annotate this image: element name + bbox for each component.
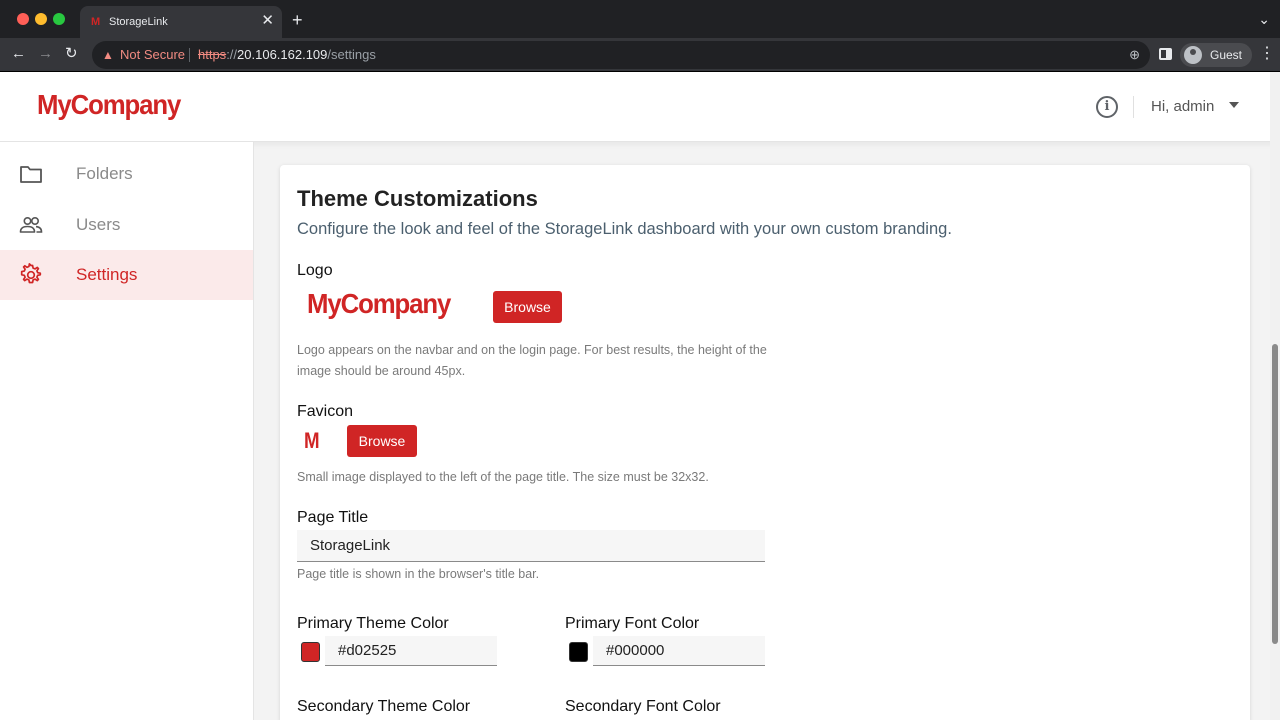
browser-toolbar: ← → ↻ ▲ Not Secure https://20.106.162.10… <box>0 38 1280 72</box>
profile-name: Guest <box>1210 48 1243 62</box>
new-tab-icon[interactable]: + <box>292 10 303 30</box>
gear-icon <box>20 263 42 284</box>
page-title: Theme Customizations <box>297 186 538 211</box>
tab-title: StorageLink <box>109 16 168 28</box>
browser-tab-bar: M StorageLink ✕ + ⌄ <box>0 0 1280 38</box>
warning-icon: ▲ <box>102 48 114 62</box>
logo-help-text: Logo appears on the navbar and on the lo… <box>297 343 767 378</box>
users-icon <box>19 217 43 233</box>
primary-theme-color-label: Primary Theme Color <box>297 615 449 632</box>
logo-browse-button[interactable]: Browse <box>493 291 562 323</box>
primary-font-color-input[interactable]: #000000 <box>593 636 765 666</box>
favicon-help-text: Small image displayed to the left of the… <box>297 470 709 484</box>
sidebar-item-label: Settings <box>76 265 138 284</box>
minimize-window-button[interactable] <box>35 13 47 25</box>
page-title-help-text: Page title is shown in the browser's tit… <box>297 567 540 581</box>
profile-button[interactable]: Guest <box>1180 43 1252 67</box>
favicon-preview: M <box>304 428 320 453</box>
zoom-icon[interactable]: ⊕ <box>1129 46 1140 64</box>
reload-icon[interactable]: ↻ <box>65 44 78 64</box>
primary-font-color-swatch[interactable] <box>569 642 588 662</box>
info-icon[interactable]: i <box>1096 96 1118 118</box>
header-divider <box>1133 96 1134 118</box>
address-bar[interactable]: ▲ Not Secure https://20.106.162.109/sett… <box>92 41 1150 69</box>
secondary-font-color-label: Secondary Font Color <box>565 698 721 715</box>
maximize-window-button[interactable] <box>53 13 65 25</box>
page-title-input[interactable]: StorageLink <box>297 530 765 562</box>
favicon-label: Favicon <box>297 403 354 420</box>
tab-favicon-icon: M <box>91 16 101 28</box>
company-logo[interactable]: MyCompany <box>37 88 181 122</box>
page-scrollbar[interactable] <box>1270 72 1280 720</box>
scrollbar-thumb[interactable] <box>1272 344 1278 644</box>
side-panel-icon[interactable] <box>1159 48 1172 60</box>
secondary-theme-color-label: Secondary Theme Color <box>297 698 471 715</box>
logo-label: Logo <box>297 262 333 279</box>
forward-arrow-icon[interactable]: → <box>38 44 53 64</box>
favicon-browse-button[interactable]: Browse <box>347 425 417 457</box>
sidebar-item-settings[interactable]: Settings <box>0 250 253 300</box>
url-host: 20.106.162.109 <box>237 47 328 62</box>
folder-icon <box>20 166 42 183</box>
close-window-button[interactable] <box>17 13 29 25</box>
url-separator: :// <box>226 47 238 62</box>
tab-list-chevron-icon[interactable]: ⌄ <box>1258 10 1270 28</box>
browser-tab[interactable]: M StorageLink ✕ <box>80 6 282 38</box>
omnibox-divider <box>189 48 190 62</box>
sidebar: Folders Users Settings <box>0 142 254 720</box>
sidebar-item-label: Users <box>76 215 121 234</box>
app-header: MyCompany i Hi, admin <box>0 72 1280 142</box>
sidebar-item-users[interactable]: Users <box>0 200 253 250</box>
security-label[interactable]: Not Secure <box>120 47 185 63</box>
primary-font-color-label: Primary Font Color <box>565 615 700 632</box>
page-subtitle: Configure the look and feel of the Stora… <box>297 220 952 238</box>
theme-customizations-card: Theme Customizations Configure the look … <box>280 165 1250 720</box>
page-title-label: Page Title <box>297 509 369 526</box>
primary-theme-color-input[interactable]: #d02525 <box>325 636 497 666</box>
browser-menu-icon[interactable]: ⋮ <box>1259 44 1275 64</box>
url-path: /settings <box>327 47 376 62</box>
logo-preview: MyCompany <box>307 288 451 319</box>
back-arrow-icon[interactable]: ← <box>11 44 26 64</box>
sidebar-item-label: Folders <box>76 164 133 183</box>
sidebar-item-folders[interactable]: Folders <box>0 149 253 199</box>
url-scheme: https <box>198 47 227 62</box>
tab-close-icon[interactable]: ✕ <box>261 12 274 30</box>
profile-avatar-icon <box>1184 46 1202 64</box>
url-text[interactable]: https://20.106.162.109/settings <box>198 47 376 63</box>
primary-theme-color-swatch[interactable] <box>301 642 320 662</box>
caret-down-icon[interactable] <box>1229 102 1239 108</box>
user-menu[interactable]: Hi, admin <box>1151 98 1214 116</box>
